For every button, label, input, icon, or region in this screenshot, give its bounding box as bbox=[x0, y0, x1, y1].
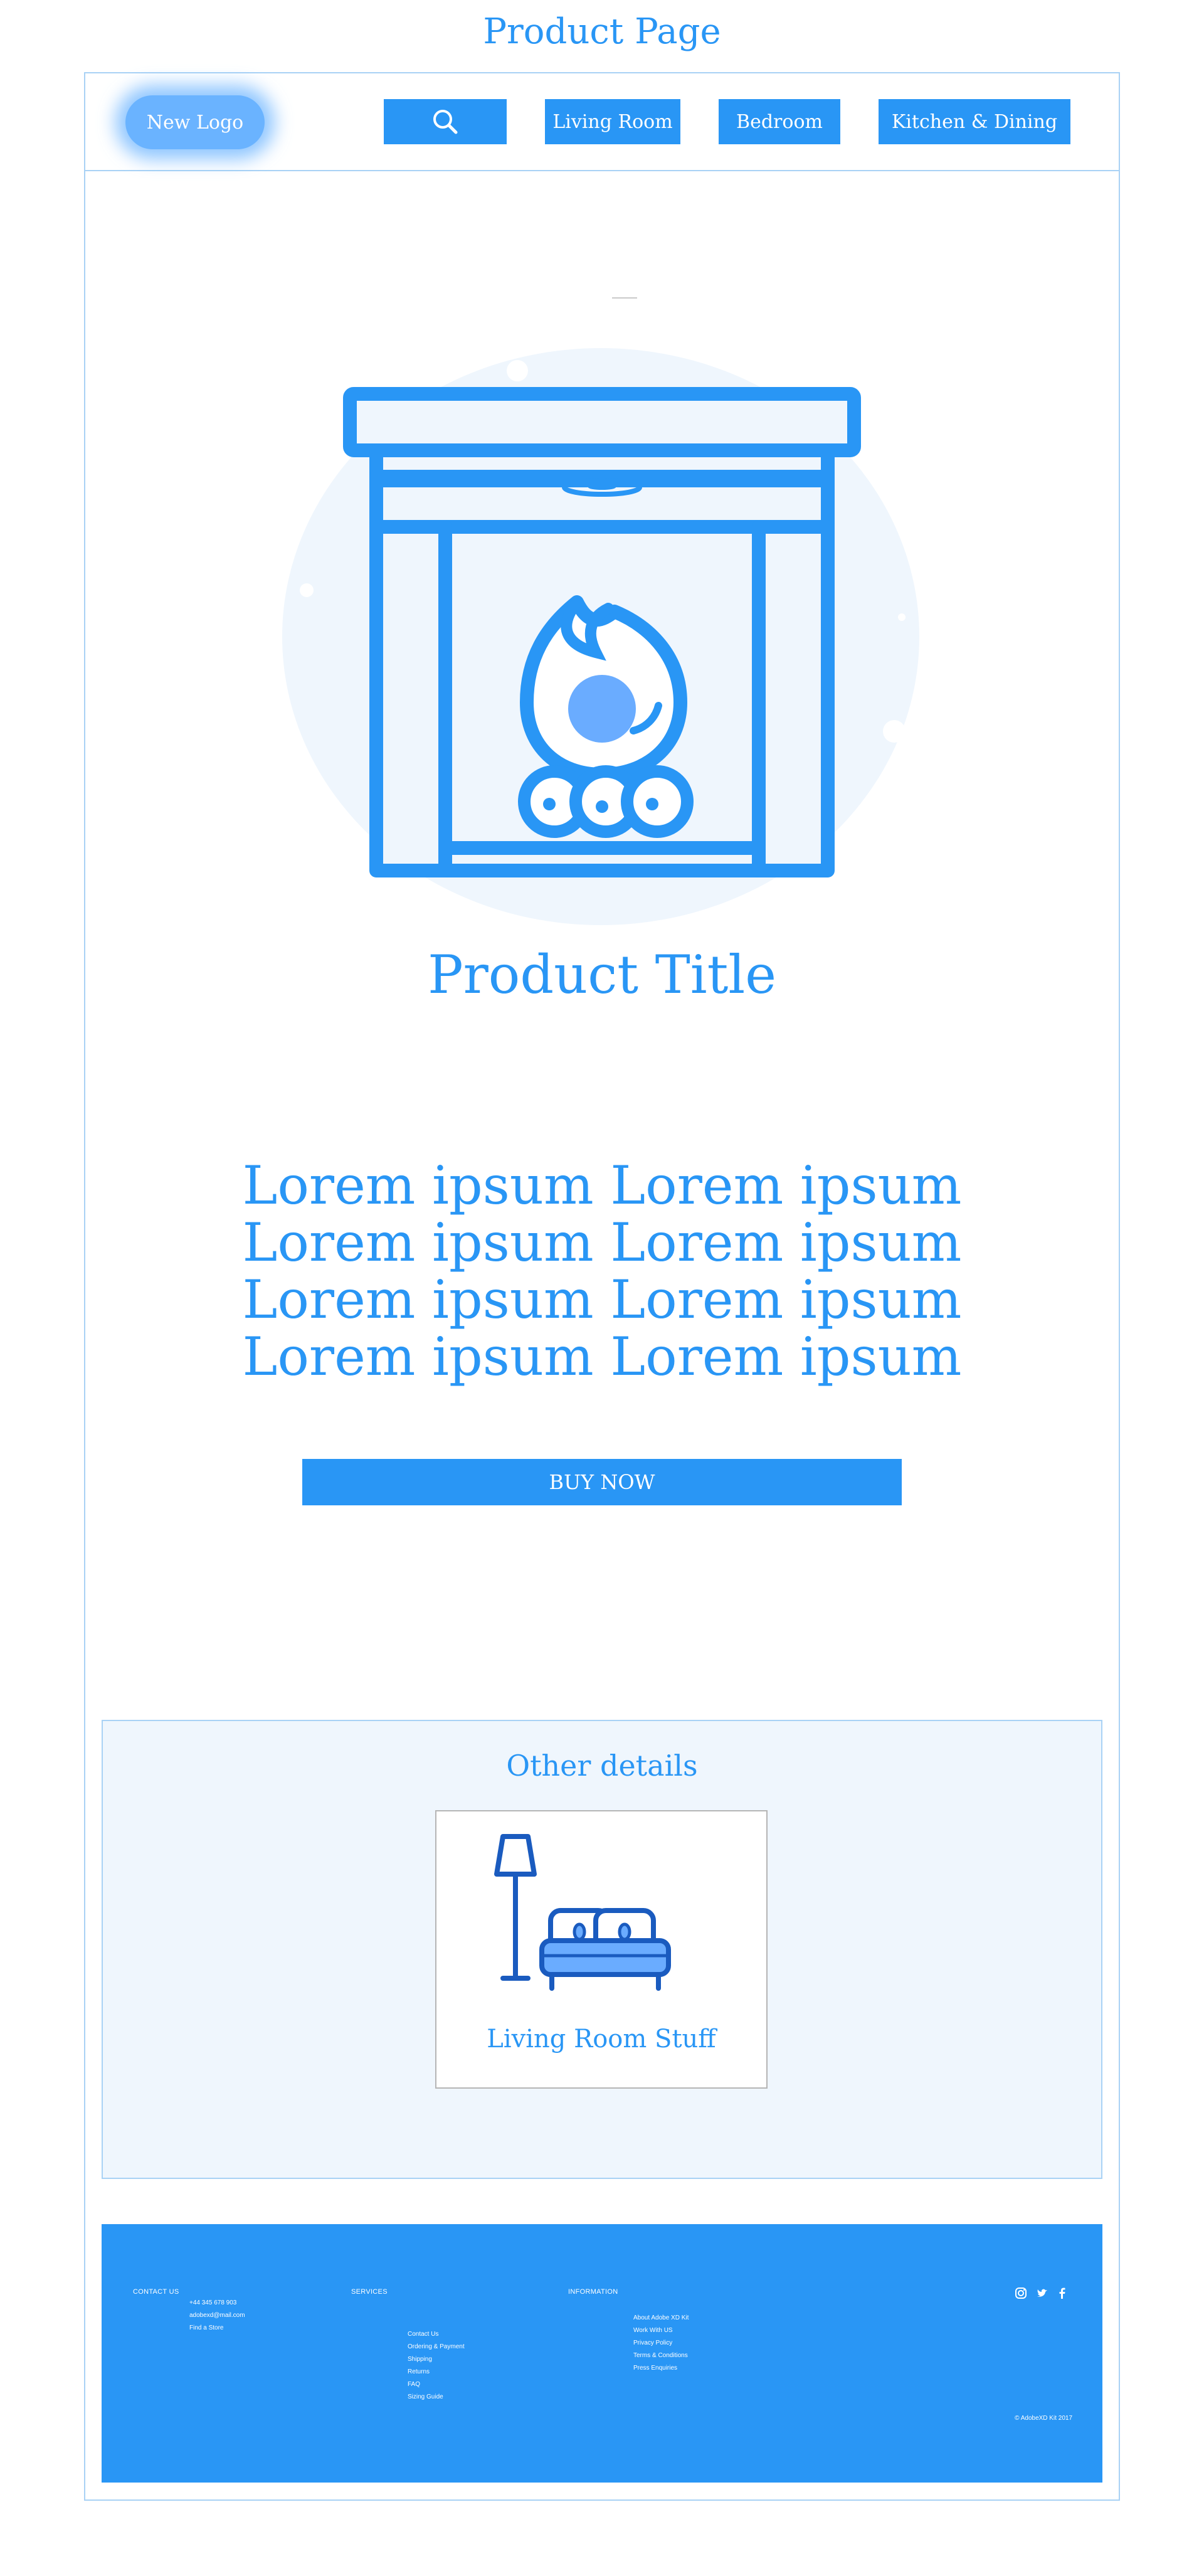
footer-information-list: About Adobe XD Kit Work With US Privacy … bbox=[633, 2312, 689, 2375]
twitter-icon[interactable] bbox=[1036, 2287, 1048, 2299]
footer-contact-list: +44 345 678 903 adobexd@mail.com Find a … bbox=[189, 2297, 245, 2335]
logo[interactable]: New Logo bbox=[125, 95, 265, 149]
decor-dot bbox=[300, 583, 314, 597]
card-label[interactable]: Living Room Stuff bbox=[435, 2025, 768, 2054]
nav-item-living-room[interactable]: Living Room bbox=[545, 99, 680, 144]
decor-dot bbox=[507, 360, 528, 381]
description-line: Lorem ipsum Lorem ipsum bbox=[242, 1212, 962, 1273]
footer: CONTACT US +44 345 678 903 adobexd@mail.… bbox=[102, 2224, 1102, 2483]
product-title: Product Title bbox=[428, 944, 776, 1005]
footer-link[interactable]: Find a Store bbox=[189, 2322, 245, 2335]
footer-link[interactable]: +44 345 678 903 bbox=[189, 2297, 245, 2309]
footer-link[interactable]: Returns bbox=[408, 2366, 465, 2378]
footer-link[interactable]: Contact Us bbox=[408, 2328, 465, 2341]
footer-link[interactable]: Work With US bbox=[633, 2324, 689, 2337]
description-line: Lorem ipsum Lorem ipsum bbox=[242, 1326, 962, 1387]
footer-link[interactable]: Press Enquiries bbox=[633, 2362, 689, 2375]
footer-link[interactable]: Shipping bbox=[408, 2353, 465, 2366]
footer-link[interactable]: Sizing Guide bbox=[408, 2391, 465, 2404]
divider bbox=[612, 297, 637, 299]
living-room-icon bbox=[494, 1834, 671, 1991]
nav-item-bedroom[interactable]: Bedroom bbox=[719, 99, 840, 144]
decor-dot bbox=[898, 613, 906, 621]
product-description: Lorem ipsum Lorem ipsum Lorem ipsum Lore… bbox=[0, 1157, 1204, 1386]
footer-link[interactable]: FAQ bbox=[408, 2378, 465, 2391]
buy-now-button[interactable]: BUY NOW bbox=[302, 1459, 902, 1505]
search-button[interactable] bbox=[384, 99, 507, 144]
description-line: Lorem ipsum Lorem ipsum bbox=[242, 1269, 962, 1330]
footer-information-heading: INFORMATION bbox=[568, 2288, 618, 2296]
footer-link[interactable]: Ordering & Payment bbox=[408, 2341, 465, 2353]
other-details-title: Other details bbox=[506, 1749, 698, 1783]
footer-link[interactable]: Privacy Policy bbox=[633, 2337, 689, 2350]
page-heading: Product Page bbox=[483, 11, 721, 52]
nav-item-kitchen-dining[interactable]: Kitchen & Dining bbox=[879, 99, 1070, 144]
footer-link[interactable]: adobexd@mail.com bbox=[189, 2309, 245, 2322]
footer-services-heading: SERVICES bbox=[351, 2288, 388, 2296]
copyright: © AdobeXD Kit 2017 bbox=[1015, 2415, 1072, 2422]
search-icon bbox=[433, 110, 458, 134]
footer-services-list: Contact Us Ordering & Payment Shipping R… bbox=[408, 2328, 465, 2404]
decor-dot bbox=[883, 720, 906, 743]
description-line: Lorem ipsum Lorem ipsum bbox=[242, 1155, 962, 1216]
footer-contact-heading: CONTACT US bbox=[133, 2288, 179, 2296]
fireplace-icon bbox=[343, 387, 861, 877]
facebook-icon[interactable] bbox=[1056, 2287, 1069, 2299]
footer-link[interactable]: Terms & Conditions bbox=[633, 2350, 689, 2362]
footer-link[interactable]: About Adobe XD Kit bbox=[633, 2312, 689, 2324]
instagram-icon[interactable] bbox=[1015, 2287, 1027, 2299]
